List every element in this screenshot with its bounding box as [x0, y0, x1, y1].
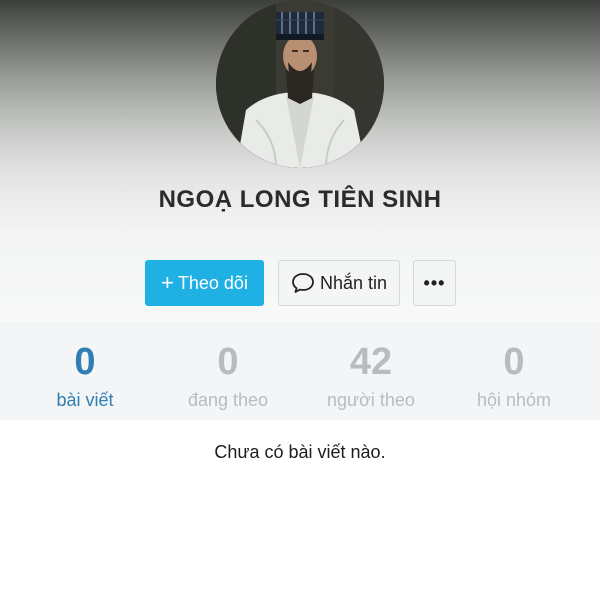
- stat-following-value: 0: [217, 341, 239, 383]
- stat-followers-value: 42: [349, 341, 393, 383]
- stats-bar: 0 bài viết 0 đang theo 42 người theo 0 h…: [0, 322, 600, 420]
- profile-name: NGOẠ LONG TIÊN SINH: [158, 186, 442, 213]
- stat-followers-label: người theo: [327, 390, 415, 410]
- stat-following-label: đang theo: [187, 390, 269, 410]
- follow-button[interactable]: + Theo dõi: [145, 260, 264, 306]
- empty-posts-message: Chưa có bài viết nào.: [214, 442, 386, 462]
- follow-label: Theo dõi: [177, 272, 248, 293]
- message-button[interactable]: Nhắn tin: [278, 260, 400, 306]
- message-label: Nhắn tin: [319, 272, 388, 293]
- avatar-photo-icon: [216, 0, 384, 168]
- stat-groups-label: hội nhóm: [476, 390, 552, 410]
- profile-screen: NGOẠ LONG TIÊN SINH + Theo dõi Nhắn tin …: [0, 0, 600, 600]
- plus-icon: +: [161, 270, 174, 295]
- stat-posts-tab[interactable]: 0 bài viết: [10, 340, 160, 411]
- stat-posts-value: 0: [74, 341, 96, 383]
- stat-followers-tab[interactable]: 42 người theo: [296, 340, 446, 411]
- profile-header: NGOẠ LONG TIÊN SINH + Theo dõi Nhắn tin …: [0, 0, 600, 322]
- chat-bubble-icon: [292, 273, 314, 293]
- stat-following-tab[interactable]: 0 đang theo: [153, 340, 303, 411]
- stat-groups-tab[interactable]: 0 hội nhóm: [439, 340, 589, 411]
- more-icon: •••: [423, 272, 446, 293]
- stat-posts-label: bài viết: [56, 390, 114, 410]
- more-options-button[interactable]: •••: [413, 260, 456, 306]
- avatar[interactable]: [216, 0, 384, 168]
- stat-groups-value: 0: [503, 341, 525, 383]
